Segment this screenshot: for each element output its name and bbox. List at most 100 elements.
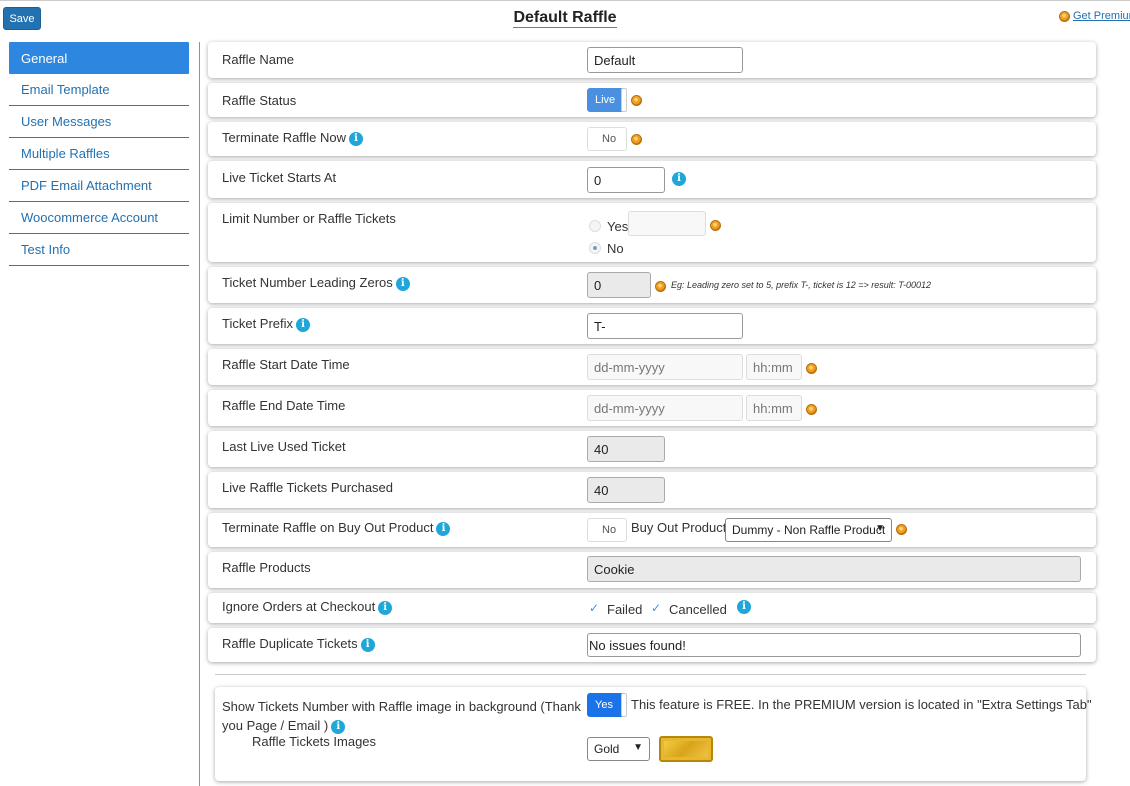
raffle-status-toggle[interactable]: Live — [587, 88, 627, 112]
page-title-text: Default Raffle — [513, 9, 617, 28]
leading-zeros-label-text: Ticket Number Leading Zeros — [222, 275, 393, 290]
premium-coin-icon — [806, 363, 817, 374]
terminate-buyout-label-text: Terminate Raffle on Buy Out Product — [222, 520, 434, 535]
raffle-name-input[interactable]: Default — [587, 47, 743, 73]
sidebar-item-multiple-raffles[interactable]: Multiple Raffles — [9, 138, 189, 170]
sidebar-item-label: User Messages — [21, 114, 112, 129]
limit-number-input[interactable] — [628, 211, 706, 236]
terminate-buyout-value: No — [602, 524, 617, 536]
duplicate-tickets-label-text: Raffle Duplicate Tickets — [222, 636, 358, 651]
raffle-status-label: Raffle Status — [222, 93, 297, 108]
row-terminate-buyout: Terminate Raffle on Buy Out Product i No … — [208, 513, 1096, 547]
row-limit-tickets: Limit Number or Raffle Tickets Yes No — [208, 203, 1096, 262]
sidebar-item-label: PDF Email Attachment — [21, 178, 152, 193]
row-ignore-orders: Ignore Orders at Checkout i ✓ Failed ✓ Ca… — [208, 593, 1096, 623]
raffle-products-label: Raffle Products — [222, 560, 311, 575]
end-datetime-label: Raffle End Date Time — [222, 398, 346, 413]
live-ticket-start-input[interactable]: 0 — [587, 167, 665, 193]
terminate-now-label-text: Terminate Raffle Now — [222, 130, 347, 145]
leading-zeros-input[interactable]: 0 — [587, 272, 651, 298]
buyout-product-selected: Dummy - Non Raffle Product — [732, 523, 886, 537]
cancelled-checkbox[interactable]: ✓ — [651, 601, 661, 615]
row-terminate-now: Terminate Raffle Now i No — [208, 122, 1096, 156]
chevron-down-icon: ▼ — [875, 523, 885, 534]
buyout-product-label: Buy Out Product — [631, 520, 727, 535]
sidebar: General Email Template User Messages Mul… — [9, 42, 189, 266]
row-ticket-prefix: Ticket Prefix i T- — [208, 308, 1096, 344]
start-date-input[interactable]: dd-mm-yyyy — [587, 354, 743, 380]
sidebar-item-email-template[interactable]: Email Template — [9, 74, 189, 106]
row-last-live-ticket: Last Live Used Ticket 40 — [208, 431, 1096, 467]
raffle-products-input[interactable]: Cookie — [587, 556, 1081, 582]
info-icon[interactable]: i — [360, 637, 375, 652]
sidebar-item-label: Multiple Raffles — [21, 146, 110, 161]
premium-coin-icon — [655, 281, 666, 292]
top-bar: Save Default Raffle Get Premium — [0, 0, 1130, 36]
end-date-input[interactable]: dd-mm-yyyy — [587, 395, 743, 421]
sidebar-item-label: Test Info — [21, 242, 71, 257]
start-time-input[interactable]: hh:mm — [746, 354, 802, 380]
row-live-ticket-start: Live Ticket Starts At 0 i — [208, 161, 1096, 198]
ticket-image-select[interactable]: Gold ▼ — [587, 737, 650, 761]
get-premium-label: Get Premium — [1073, 10, 1130, 22]
show-tickets-free-note: This feature is FREE. In the PREMIUM ver… — [631, 697, 1092, 712]
get-premium-link[interactable]: Get Premium — [1059, 10, 1130, 22]
info-icon[interactable]: i — [296, 317, 311, 332]
row-leading-zeros: Ticket Number Leading Zeros i 0 Eg: Leadi… — [208, 267, 1096, 303]
terminate-buyout-label: Terminate Raffle on Buy Out Product i — [222, 520, 451, 536]
sidebar-item-general[interactable]: General — [9, 42, 189, 74]
premium-coin-icon — [710, 220, 721, 231]
raffle-status-value: Live — [595, 94, 616, 106]
chevron-down-icon: ▼ — [633, 742, 643, 753]
limit-yes-radio[interactable] — [589, 220, 601, 232]
info-icon[interactable]: i — [349, 131, 364, 146]
show-tickets-value: Yes — [595, 699, 613, 711]
page-title: Default Raffle — [0, 9, 1130, 28]
ticket-image-selected: Gold — [594, 742, 620, 756]
row-raffle-products: Raffle Products Cookie — [208, 552, 1096, 588]
terminate-now-toggle[interactable]: No — [587, 127, 627, 151]
row-show-tickets: Show Tickets Number with Raffle image in… — [215, 687, 1092, 781]
sidebar-item-label: General — [21, 50, 68, 66]
buyout-product-select[interactable]: Dummy - Non Raffle Product ▼ — [725, 518, 892, 542]
duplicate-tickets-output: No issues found! — [587, 633, 1081, 657]
ignore-orders-label-text: Ignore Orders at Checkout — [222, 599, 376, 614]
sidebar-item-pdf-email-attachment[interactable]: PDF Email Attachment — [9, 170, 189, 202]
tickets-purchased-input[interactable]: 40 — [587, 477, 665, 503]
premium-coin-icon — [631, 134, 642, 145]
sidebar-item-woocommerce-account[interactable]: Woocommerce Account — [9, 202, 189, 234]
limit-no-label: No — [607, 241, 624, 256]
live-ticket-start-label: Live Ticket Starts At — [222, 170, 337, 185]
info-icon[interactable]: i — [378, 600, 393, 615]
info-icon[interactable]: i — [436, 521, 451, 536]
limit-yes-label: Yes — [607, 219, 629, 234]
raffle-tickets-images-label: Raffle Tickets Images — [252, 734, 377, 749]
info-icon[interactable]: i — [672, 172, 686, 186]
sidebar-item-label: Woocommerce Account — [21, 210, 159, 225]
premium-coin-icon — [1059, 10, 1070, 22]
info-icon[interactable]: i — [331, 719, 346, 734]
terminate-now-label: Terminate Raffle Now i — [222, 130, 364, 146]
limit-no-radio[interactable] — [589, 242, 601, 254]
info-icon[interactable]: i — [737, 600, 751, 614]
ticket-prefix-label: Ticket Prefix i — [222, 316, 311, 332]
show-tickets-toggle[interactable]: Yes — [587, 693, 627, 717]
toggle-knob — [621, 88, 627, 112]
show-tickets-label: Show Tickets Number with Raffle image in… — [222, 697, 581, 735]
failed-label: Failed — [607, 602, 643, 617]
sidebar-item-label: Email Template — [21, 82, 110, 97]
terminate-buyout-toggle[interactable]: No — [587, 518, 627, 542]
premium-coin-icon — [806, 404, 817, 415]
row-raffle-status: Raffle Status Live — [208, 83, 1096, 117]
end-time-input[interactable]: hh:mm — [746, 395, 802, 421]
info-icon[interactable]: i — [395, 276, 410, 291]
row-raffle-name: Raffle Name Default — [208, 42, 1096, 78]
show-tickets-label-line2-text: you Page / Email ) — [222, 718, 329, 733]
sidebar-item-test-info[interactable]: Test Info — [9, 234, 189, 266]
last-live-ticket-input[interactable]: 40 — [587, 436, 665, 462]
last-live-ticket-label: Last Live Used Ticket — [222, 439, 346, 454]
duplicate-tickets-label: Raffle Duplicate Tickets i — [222, 636, 375, 652]
sidebar-item-user-messages[interactable]: User Messages — [9, 106, 189, 138]
ticket-prefix-input[interactable]: T- — [587, 313, 743, 339]
failed-checkbox[interactable]: ✓ — [589, 601, 599, 615]
